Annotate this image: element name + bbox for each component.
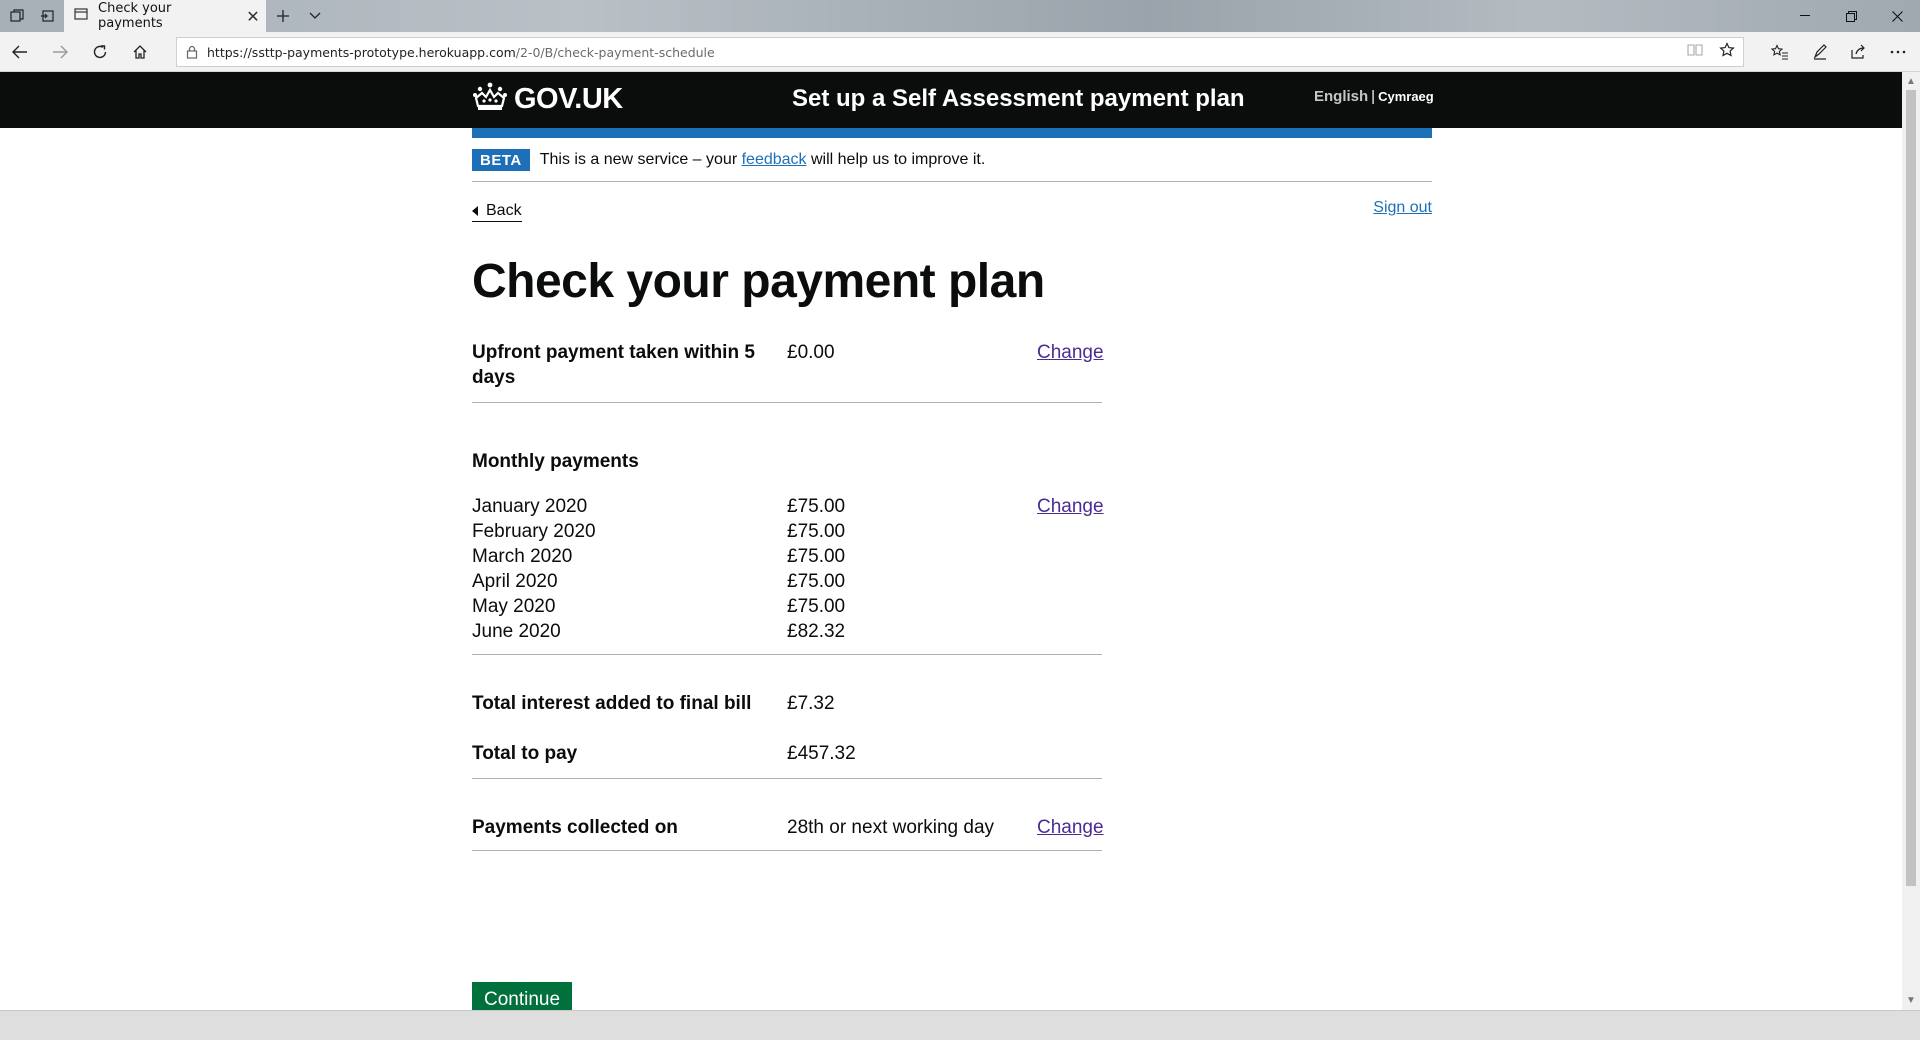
monthly-payments-list: January 2020 £75.00 Change February 2020… <box>472 474 1104 655</box>
back-arrow-icon[interactable] <box>4 36 36 68</box>
scroll-down-arrow-icon[interactable]: ▼ <box>1906 995 1916 1006</box>
change-monthly-link[interactable]: Change <box>1037 496 1104 517</box>
service-name-link[interactable]: Set up a Self Assessment payment plan <box>792 85 1245 113</box>
browser-status-strip <box>0 1010 1920 1040</box>
month-amount: £75.00 <box>787 546 846 567</box>
language-toggle: English | Cymraeg <box>1314 88 1434 105</box>
set-tabs-aside-icon[interactable] <box>32 0 62 32</box>
collected-value: 28th or next working day <box>787 817 995 838</box>
header-blue-underline <box>472 128 1432 138</box>
phase-text-after: will help us to improve it. <box>810 150 986 168</box>
phase-banner: BETA This is a new service – your feedba… <box>472 138 1432 182</box>
minimize-icon[interactable] <box>1782 0 1828 32</box>
close-window-icon[interactable] <box>1874 0 1920 32</box>
list-item: May 2020 £75.00 <box>472 594 1102 619</box>
month-label: March 2020 <box>472 546 573 567</box>
favorite-star-icon[interactable] <box>1719 41 1735 63</box>
month-amount: £75.00 <box>787 496 846 517</box>
language-cymraeg-link[interactable]: Cymraeg <box>1378 89 1434 104</box>
month-amount: £75.00 <box>787 521 846 542</box>
refresh-icon[interactable] <box>84 36 116 68</box>
web-note-pen-icon[interactable] <box>1804 36 1836 68</box>
more-options-icon[interactable] <box>1882 36 1914 68</box>
upfront-value: £0.00 <box>787 342 835 363</box>
payment-summary: Upfront payment taken within 5 days £0.0… <box>472 334 1104 851</box>
summary-row-collection-day: Payments collected on 28th or next worki… <box>472 779 1104 851</box>
home-icon[interactable] <box>124 36 156 68</box>
month-label: June 2020 <box>472 621 561 642</box>
month-label: May 2020 <box>472 596 556 617</box>
month-label: February 2020 <box>472 521 596 542</box>
summary-row-upfront: Upfront payment taken within 5 days £0.0… <box>472 334 1104 403</box>
month-amount: £75.00 <box>787 571 846 592</box>
close-tab-icon[interactable]: ✕ <box>240 7 266 26</box>
beta-tag: BETA <box>472 148 530 171</box>
total-value: £457.32 <box>787 743 856 764</box>
total-key: Total to pay <box>472 743 578 764</box>
govuk-logo[interactable]: GOV.UK <box>472 82 623 117</box>
lock-icon[interactable] <box>177 45 207 59</box>
vertical-scrollbar[interactable]: ▲ ▼ <box>1902 72 1920 1010</box>
feedback-link[interactable]: feedback <box>742 151 807 168</box>
page-viewport: GOV.UK Set up a Self Assessment payment … <box>0 72 1902 1010</box>
phase-text-before: This is a new service – your <box>539 150 738 168</box>
back-link-label: Back <box>486 202 522 219</box>
totals-section: Total interest added to final bill £7.32… <box>472 655 1102 779</box>
list-item: February 2020 £75.00 <box>472 519 1102 544</box>
month-label: April 2020 <box>472 571 558 592</box>
govuk-header: GOV.UK Set up a Self Assessment payment … <box>0 72 1902 128</box>
page-icon <box>74 7 88 25</box>
month-amount: £75.00 <box>787 596 846 617</box>
change-collection-day-link[interactable]: Change <box>1037 817 1104 838</box>
summary-row-interest: Total interest added to final bill £7.32 <box>472 691 1102 716</box>
tab-title: Check your payments <box>98 1 172 31</box>
list-item: April 2020 £75.00 <box>472 569 1102 594</box>
phase-banner-text: This is a new service – your feedback wi… <box>540 151 986 169</box>
url-path: /2-0/B/check-payment-schedule <box>515 44 715 60</box>
change-upfront-link[interactable]: Change <box>1037 342 1104 363</box>
continue-button[interactable]: Continue <box>472 982 573 1010</box>
browser-tab-bar: Check your payments ✕ <box>0 0 1920 32</box>
browser-tab-active[interactable]: Check your payments ✕ <box>64 0 266 32</box>
scroll-up-arrow-icon[interactable]: ▲ <box>1906 76 1916 87</box>
forward-arrow-icon[interactable] <box>44 36 76 68</box>
interest-value: £7.32 <box>787 693 835 714</box>
list-item: June 2020 £82.32 <box>472 619 1102 644</box>
sign-out-link[interactable]: Sign out <box>1373 199 1432 217</box>
monthly-heading: Monthly payments <box>472 451 639 472</box>
language-separator: | <box>1371 88 1376 105</box>
reading-view-icon[interactable] <box>1687 43 1703 62</box>
crown-icon <box>472 82 508 117</box>
page-title: Check your payment plan <box>472 255 1045 308</box>
summary-row-total: Total to pay £457.32 <box>472 716 1102 766</box>
new-tab-icon[interactable] <box>268 0 298 32</box>
back-caret-icon <box>472 206 478 216</box>
list-item: March 2020 £75.00 <box>472 544 1102 569</box>
restore-icon[interactable] <box>1828 0 1874 32</box>
collected-key: Payments collected on <box>472 817 678 838</box>
language-english: English <box>1314 88 1369 105</box>
favorites-list-icon[interactable] <box>1764 36 1796 68</box>
summary-row-monthly-heading: Monthly payments <box>472 403 1102 474</box>
month-label: January 2020 <box>472 496 588 517</box>
url-host: https://ssttp-payments-prototype.herokua… <box>207 44 516 60</box>
main-container: BETA This is a new service – your feedba… <box>472 138 1432 1010</box>
scrollbar-thumb[interactable] <box>1906 90 1916 886</box>
list-item: January 2020 £75.00 Change <box>472 494 1104 519</box>
url-field[interactable]: https://ssttp-payments-prototype.herokua… <box>176 37 1744 67</box>
month-amount: £82.32 <box>787 621 846 642</box>
browser-address-bar: https://ssttp-payments-prototype.herokua… <box>0 32 1920 72</box>
logo-text: GOV.UK <box>514 83 623 115</box>
tab-actions-icon[interactable] <box>2 0 32 32</box>
upfront-key: Upfront payment taken within 5 days <box>472 342 755 388</box>
back-link[interactable]: Back <box>472 202 522 222</box>
url-text: https://ssttp-payments-prototype.herokua… <box>207 45 1679 60</box>
share-icon[interactable] <box>1842 36 1874 68</box>
tab-preview-chevron-down-icon[interactable] <box>300 0 330 32</box>
interest-key: Total interest added to final bill <box>472 693 752 714</box>
